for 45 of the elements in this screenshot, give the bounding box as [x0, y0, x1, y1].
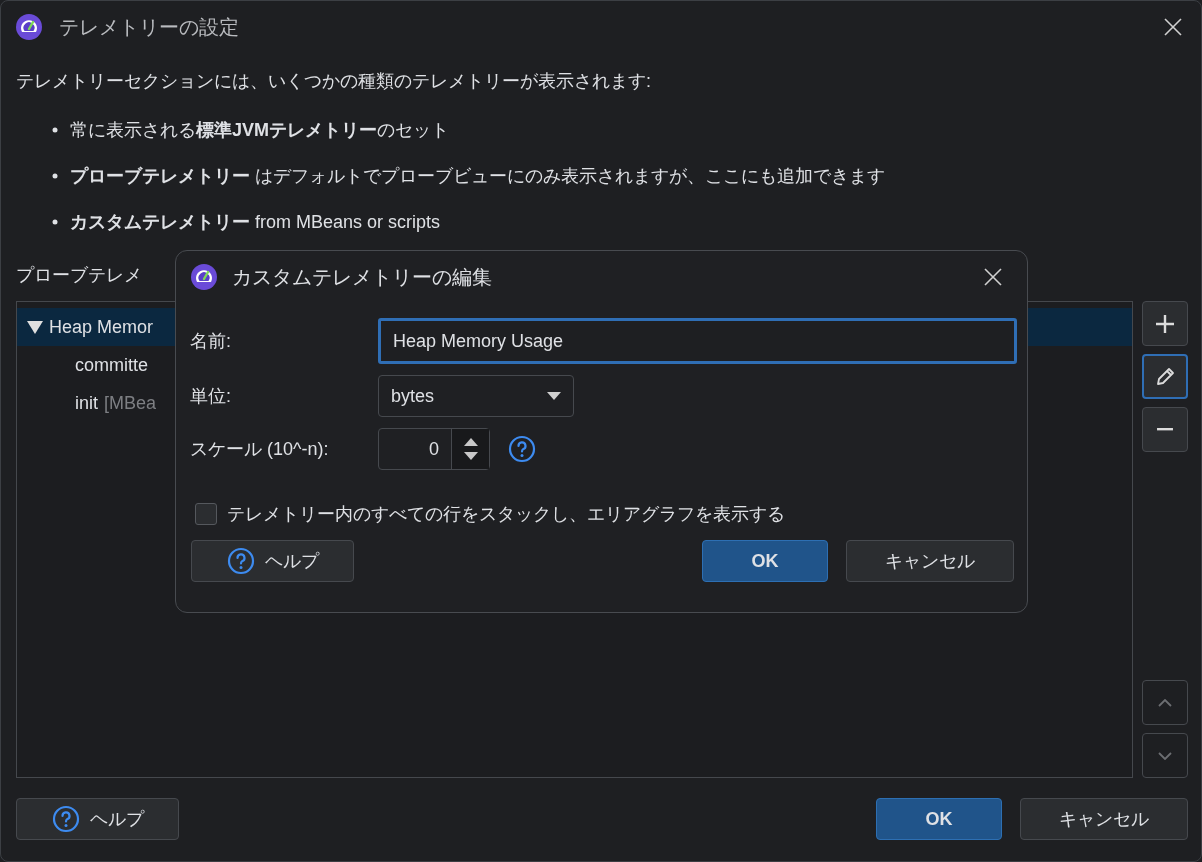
help-button[interactable]: ヘルプ [191, 540, 354, 582]
checkbox-label: テレメトリー内のすべての行をスタックし、エリアグラフを表示する [227, 503, 785, 526]
bullet-text: プローブテレメトリー はデフォルトでプローブビューにのみ表示されますが、ここにも追加できます [70, 165, 885, 188]
add-button[interactable] [1142, 301, 1188, 346]
name-field[interactable]: Heap Memory Usage [378, 318, 1017, 364]
scale-label: スケール (10^-n): [190, 438, 330, 461]
cancel-button[interactable]: キャンセル [846, 540, 1014, 582]
bullet-icon [52, 127, 58, 133]
bullet-icon [52, 219, 58, 225]
name-label: 名前: [190, 330, 232, 353]
chevron-down-icon [1158, 751, 1172, 760]
ok-button[interactable]: OK [702, 540, 828, 582]
caret-icon [547, 392, 561, 400]
minus-icon [1157, 428, 1173, 431]
bullet-text: 常に表示される標準JVMテレメトリーのセット [70, 119, 449, 142]
close-icon[interactable] [1163, 17, 1183, 37]
help-button[interactable]: ヘルプ [16, 798, 179, 840]
plus-icon [1155, 313, 1175, 334]
intro-text: テレメトリーセクションには、いくつかの種類のテレメトリーが表示されます: [16, 70, 652, 93]
cancel-button[interactable]: キャンセル [1020, 798, 1188, 840]
unit-dropdown[interactable]: bytes [378, 375, 574, 417]
bullet-icon [52, 173, 58, 179]
bullet-text: カスタムテレメトリー from MBeans or scripts [70, 211, 441, 234]
stack-checkbox[interactable] [195, 503, 217, 525]
remove-button[interactable] [1142, 407, 1188, 452]
pencil-icon [1155, 366, 1175, 387]
chevron-up-icon [1158, 698, 1172, 707]
app-icon [15, 13, 43, 41]
unit-label: 単位: [190, 385, 232, 408]
tree-label: Heap Memor [49, 316, 154, 338]
ok-button[interactable]: OK [876, 798, 1002, 840]
window-title: テレメトリーの設定 [59, 14, 239, 40]
scale-spinner[interactable]: 0 [378, 428, 490, 470]
edit-button[interactable] [1142, 354, 1188, 399]
tree-label: committe [75, 354, 148, 376]
list-label: プローブテレメ [16, 264, 142, 287]
close-icon[interactable] [983, 267, 1003, 287]
dialog-title: カスタムテレメトリーの編集 [232, 264, 492, 290]
help-icon [226, 547, 255, 575]
collapse-triangle-icon[interactable] [27, 320, 43, 334]
help-icon [51, 805, 80, 833]
tree-label: init [75, 392, 98, 414]
help-icon [508, 435, 536, 463]
tree-detail: [MBea [104, 392, 157, 414]
app-icon [190, 263, 218, 291]
